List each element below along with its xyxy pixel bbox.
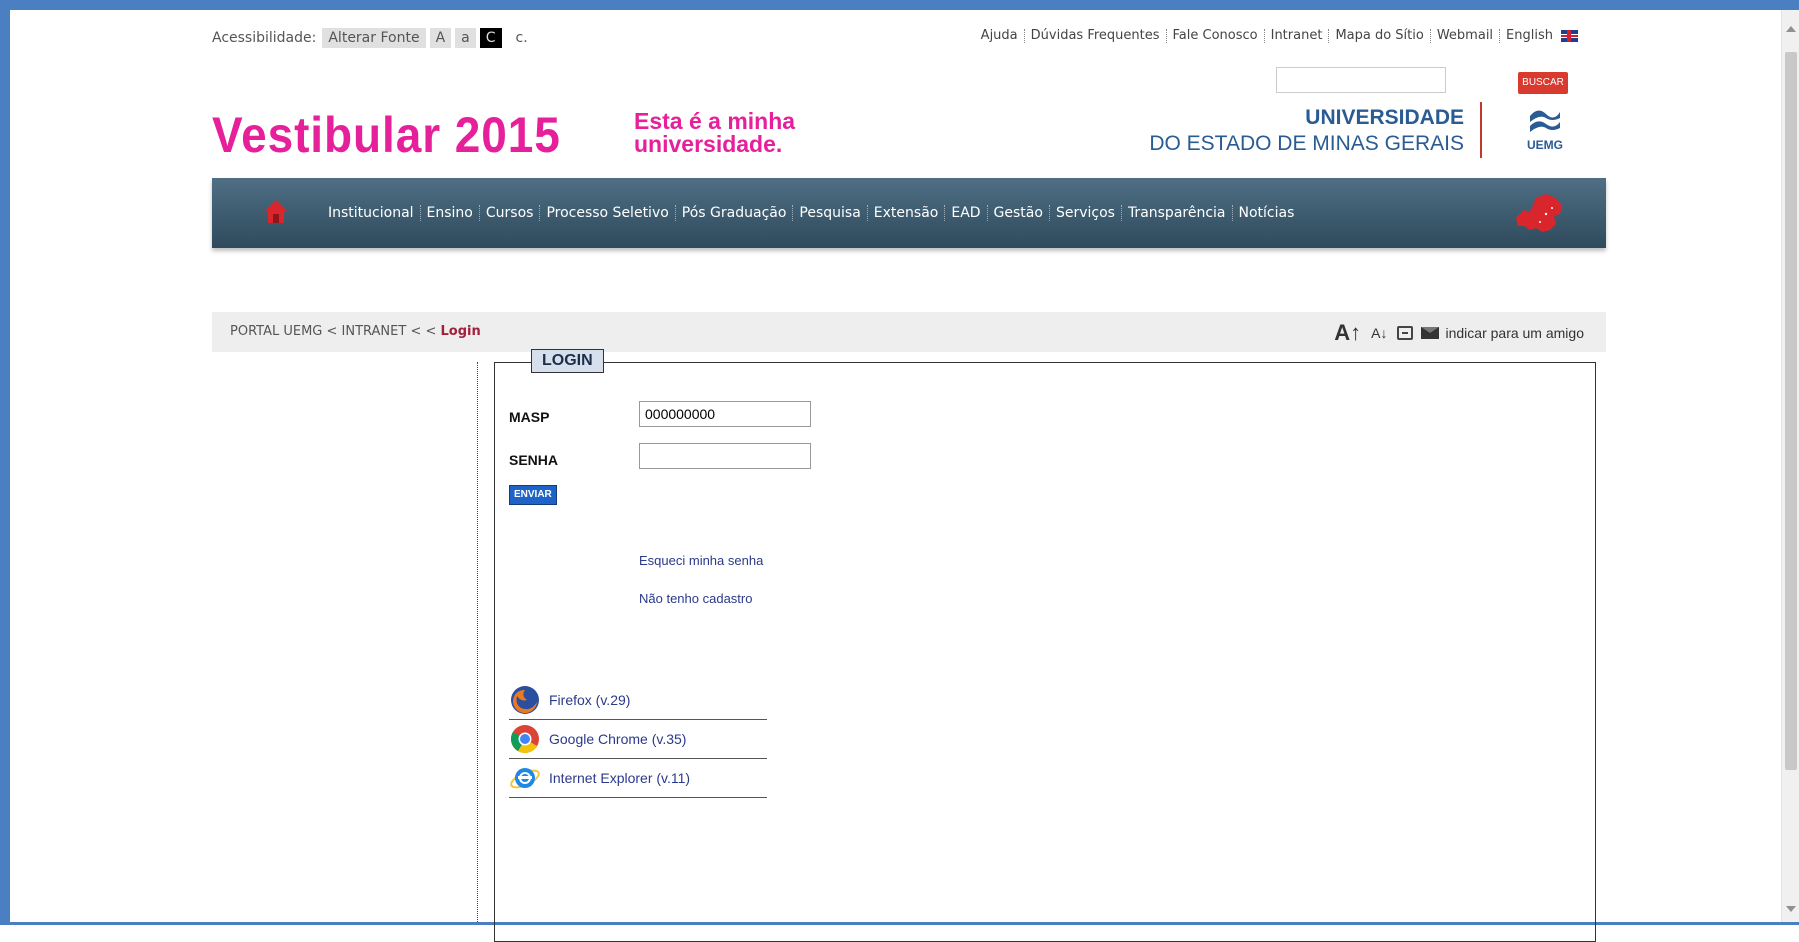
- nav-cursos[interactable]: Cursos: [480, 205, 540, 221]
- search-input[interactable]: [1276, 67, 1446, 93]
- nav-pos-graduacao[interactable]: Pós Graduação: [676, 205, 793, 221]
- university-name-line-1: UNIVERSIDADE: [1305, 106, 1464, 129]
- accessibility-label: Acessibilidade:: [212, 30, 317, 46]
- nav-transparencia[interactable]: Transparência: [1122, 205, 1232, 221]
- nav-processo-seletivo[interactable]: Processo Seletivo: [540, 205, 674, 221]
- login-legend: LOGIN: [531, 349, 604, 373]
- nav-ead[interactable]: EAD: [945, 205, 986, 221]
- nav-gestao[interactable]: Gestão: [988, 205, 1049, 221]
- ie-icon: [510, 768, 540, 789]
- uemg-logo-text: UEMG: [1527, 138, 1563, 152]
- contrast-button[interactable]: C: [479, 28, 502, 48]
- nav-extensao[interactable]: Extensão: [868, 205, 945, 221]
- browser-item-chrome[interactable]: Google Chrome (v.35): [509, 720, 767, 759]
- top-link-fale-conosco[interactable]: Fale Conosco: [1173, 28, 1258, 43]
- page-tools: A↑ A↓ indicar para um amigo: [1334, 320, 1584, 346]
- accessibility-bar: Acessibilidade: Alterar Fonte A a C c.: [212, 28, 528, 48]
- search-button[interactable]: BUSCAR: [1518, 72, 1568, 94]
- header-divider: [1480, 102, 1482, 158]
- separator: [1429, 28, 1431, 43]
- scroll-thumb[interactable]: [1785, 52, 1797, 770]
- main-nav: Institucional Ensino Cursos Processo Sel…: [212, 178, 1606, 248]
- login-panel: LOGIN MASP SENHA ENVIAR Esqueci minha se…: [494, 349, 1596, 942]
- nav-ensino[interactable]: Ensino: [421, 205, 479, 221]
- slogan-line-1: Esta é a minha: [634, 108, 796, 134]
- no-account-link[interactable]: Não tenho cadastro: [639, 591, 752, 606]
- university-name-line-2: DO ESTADO DE MINAS GERAIS: [1149, 132, 1464, 155]
- top-links: Ajuda Dúvidas Frequentes Fale Conosco In…: [981, 28, 1578, 43]
- nav-institucional[interactable]: Institucional: [322, 205, 420, 221]
- nav-pesquisa[interactable]: Pesquisa: [793, 205, 866, 221]
- browser-item-firefox[interactable]: Firefox (v.29): [509, 681, 767, 720]
- change-font-button[interactable]: Alterar Fonte: [322, 28, 426, 48]
- separator: [1023, 28, 1025, 43]
- separator: [1328, 28, 1330, 43]
- scroll-up-arrow-icon[interactable]: [1786, 26, 1796, 32]
- submit-button[interactable]: ENVIAR: [509, 485, 557, 505]
- forgot-password-link[interactable]: Esqueci minha senha: [639, 553, 763, 568]
- firefox-icon: [511, 686, 539, 714]
- font-decrease-icon[interactable]: A↓: [1371, 325, 1387, 341]
- vertical-scrollbar[interactable]: [1781, 10, 1799, 922]
- breadcrumb-bar: PORTAL UEMG < INTRANET < < Login A↑ A↓ i…: [212, 312, 1606, 352]
- breadcrumb-current: Login: [440, 324, 481, 339]
- mail-icon[interactable]: [1421, 327, 1440, 339]
- nav-noticias[interactable]: Notícias: [1233, 205, 1301, 221]
- browser-name: Firefox (v.29): [549, 692, 631, 708]
- left-column-divider: [477, 362, 478, 922]
- print-icon[interactable]: [1397, 326, 1414, 340]
- font-increase-icon[interactable]: A↑: [1334, 320, 1361, 346]
- breadcrumb-path[interactable]: PORTAL UEMG < INTRANET < <: [230, 324, 441, 339]
- top-link-webmail[interactable]: Webmail: [1437, 28, 1493, 43]
- top-link-english[interactable]: English: [1506, 28, 1553, 43]
- top-link-ajuda[interactable]: Ajuda: [981, 28, 1018, 43]
- contrast-normal-link[interactable]: c.: [516, 30, 528, 46]
- breadcrumb: PORTAL UEMG < INTRANET < < Login: [230, 324, 481, 339]
- separator: [1263, 28, 1265, 43]
- minas-gerais-map-icon[interactable]: [1506, 188, 1566, 236]
- browser-name: Google Chrome (v.35): [549, 731, 687, 747]
- separator: [1165, 28, 1167, 43]
- home-icon[interactable]: [264, 198, 288, 224]
- uemg-wave-icon: [1530, 110, 1560, 132]
- top-link-mapa-sitio[interactable]: Mapa do Sítio: [1335, 28, 1423, 43]
- nav-items: Institucional Ensino Cursos Processo Sel…: [322, 178, 1300, 248]
- browser-item-ie[interactable]: Internet Explorer (v.11): [509, 759, 767, 798]
- vestibular-slogan: Esta é a minha universidade.: [634, 110, 795, 156]
- page-container: Acessibilidade: Alterar Fonte A a C c. A…: [212, 10, 1606, 942]
- window-frame-top: [0, 0, 1799, 10]
- browser-name: Internet Explorer (v.11): [549, 770, 691, 786]
- top-link-duvidas[interactable]: Dúvidas Frequentes: [1031, 28, 1160, 43]
- slogan-line-2: universidade.: [634, 131, 783, 157]
- senha-label: SENHA: [509, 452, 559, 468]
- top-link-intranet[interactable]: Intranet: [1271, 28, 1323, 43]
- vestibular-banner-title[interactable]: Vestibular 2015: [212, 106, 561, 164]
- password-input[interactable]: [639, 443, 811, 469]
- masp-label: MASP: [509, 409, 550, 425]
- font-small-button[interactable]: a: [455, 28, 476, 48]
- masp-input[interactable]: [639, 401, 811, 427]
- chrome-icon: [511, 725, 539, 753]
- uemg-logo[interactable]: UEMG: [1520, 104, 1570, 158]
- window-frame-left: [0, 0, 10, 925]
- separator: [1499, 28, 1501, 43]
- indicate-friend-link[interactable]: indicar para um amigo: [1445, 325, 1584, 341]
- nav-servicos[interactable]: Serviços: [1050, 205, 1121, 221]
- uk-flag-icon[interactable]: [1561, 29, 1578, 42]
- university-name: UNIVERSIDADE DO ESTADO DE MINAS GERAIS: [1134, 106, 1464, 156]
- scroll-down-arrow-icon[interactable]: [1786, 906, 1796, 912]
- font-large-button[interactable]: A: [429, 28, 452, 48]
